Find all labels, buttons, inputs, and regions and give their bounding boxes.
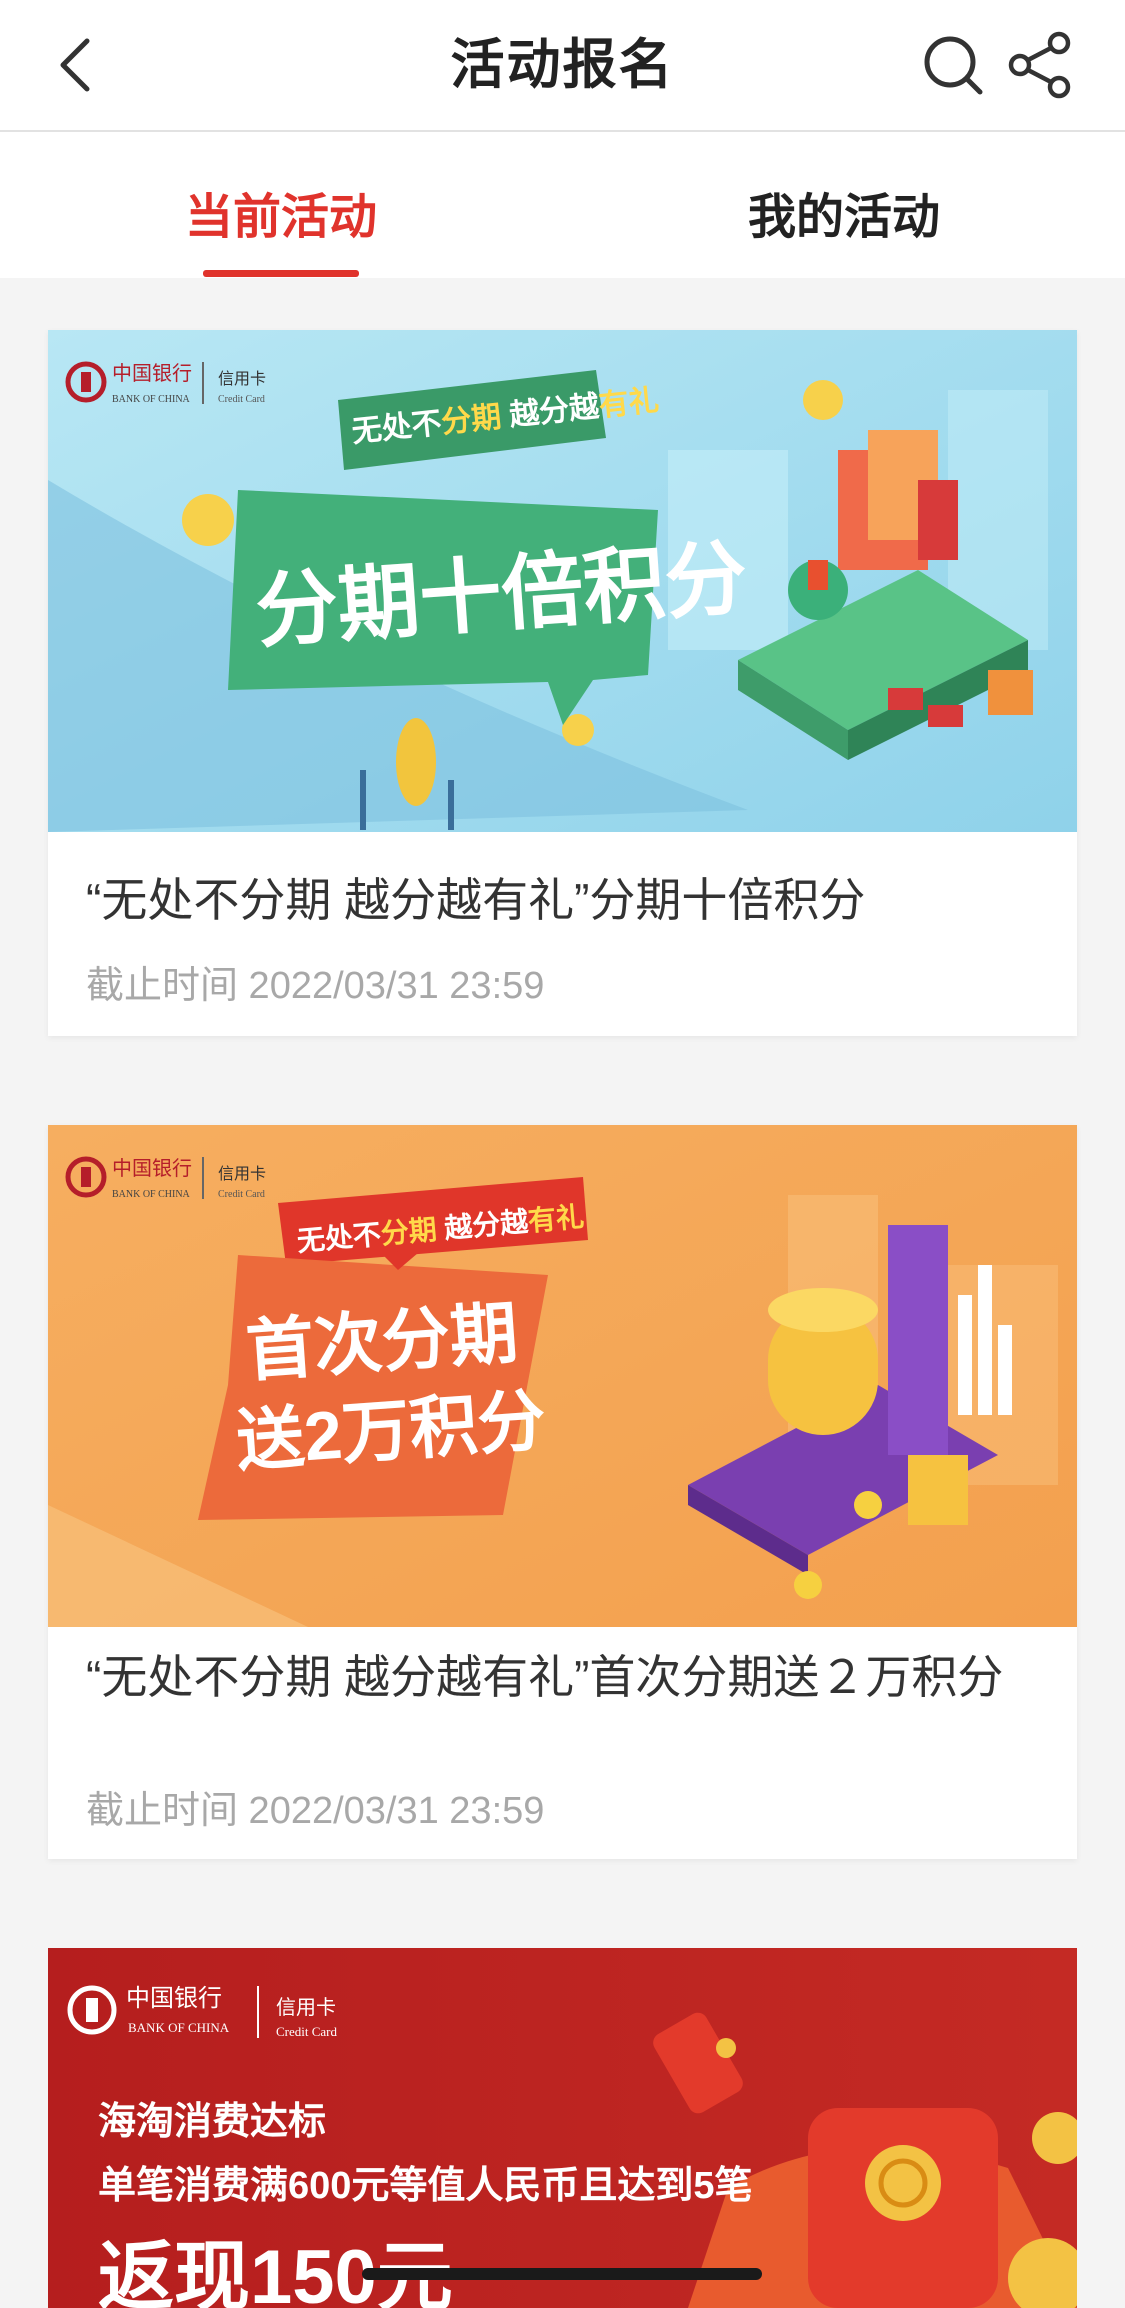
bank-logo-en: BANK OF CHINA — [112, 394, 191, 405]
bank-logo-en: BANK OF CHINA — [112, 1189, 191, 1200]
activity-banner[interactable]: 中国银行 BANK OF CHINA 信用卡 Credit Card 海淘消费达… — [48, 1948, 1077, 2308]
search-button[interactable] — [920, 32, 986, 98]
bank-logo-cn: 中国银行 — [112, 1157, 192, 1180]
banner-tag-highlight: 分期 — [380, 1214, 439, 1250]
activity-card[interactable]: 中国银行 BANK OF CHINA 信用卡 Credit Card 无处不分期… — [48, 330, 1077, 1036]
credit-card-label-en: Credit Card — [276, 2024, 338, 2039]
credit-card-label-en: Credit Card — [218, 1189, 265, 1200]
tab-current-activities[interactable]: 当前活动 — [0, 132, 562, 278]
home-indicator[interactable] — [362, 2268, 762, 2280]
activity-banner[interactable]: 中国银行 BANK OF CHINA 信用卡 Credit Card 无处不分期… — [48, 1125, 1077, 1627]
activity-card[interactable]: 中国银行 BANK OF CHINA 信用卡 Credit Card 无处不分期… — [48, 1125, 1077, 1859]
banner-tag-highlight: 分期 — [440, 400, 503, 439]
bank-logo-en: BANK OF CHINA — [128, 2020, 230, 2035]
credit-card-label-cn: 信用卡 — [276, 1996, 336, 2019]
banner-tag-highlight: 有礼 — [527, 1201, 586, 1237]
credit-card-label-en: Credit Card — [218, 394, 265, 405]
activity-card[interactable]: 中国银行 BANK OF CHINA 信用卡 Credit Card 海淘消费达… — [48, 1948, 1077, 2308]
banner-tag-highlight: 有礼 — [597, 384, 660, 423]
card-body: “无处不分期 越分越有礼”首次分期送２万积分 截止时间 2022/03/31 2… — [48, 1627, 1077, 1859]
credit-card-label-cn: 信用卡 — [218, 370, 266, 388]
activity-title: “无处不分期 越分越有礼”首次分期送２万积分 — [86, 1651, 1004, 1703]
bank-logo-cn: 中国银行 — [112, 362, 192, 385]
share-icon — [1008, 31, 1071, 99]
banner-line2: 单笔消费满600元等值人民币且达到5笔 — [98, 2165, 753, 2207]
bank-logo-cn: 中国银行 — [126, 1985, 222, 2012]
activity-banner[interactable]: 中国银行 BANK OF CHINA 信用卡 Credit Card 无处不分期… — [48, 330, 1077, 832]
search-icon — [924, 36, 983, 95]
banner-line1: 海淘消费达标 — [98, 2101, 326, 2143]
activity-deadline: 截止时间 2022/03/31 23:59 — [86, 1790, 545, 1832]
share-button[interactable] — [1005, 30, 1075, 100]
activity-deadline: 截止时间 2022/03/31 23:59 — [86, 965, 545, 1007]
card-body: “无处不分期 越分越有礼”分期十倍积分 截止时间 2022/03/31 23:5… — [48, 832, 1077, 1036]
active-tab-indicator — [203, 270, 359, 277]
activity-title: “无处不分期 越分越有礼”分期十倍积分 — [86, 874, 866, 926]
navigation-bar: 活动报名 — [0, 0, 1125, 132]
credit-card-label-cn: 信用卡 — [218, 1165, 266, 1183]
tab-my-activities[interactable]: 我的活动 — [563, 132, 1125, 278]
activity-tabs: 当前活动 我的活动 — [0, 132, 1125, 278]
